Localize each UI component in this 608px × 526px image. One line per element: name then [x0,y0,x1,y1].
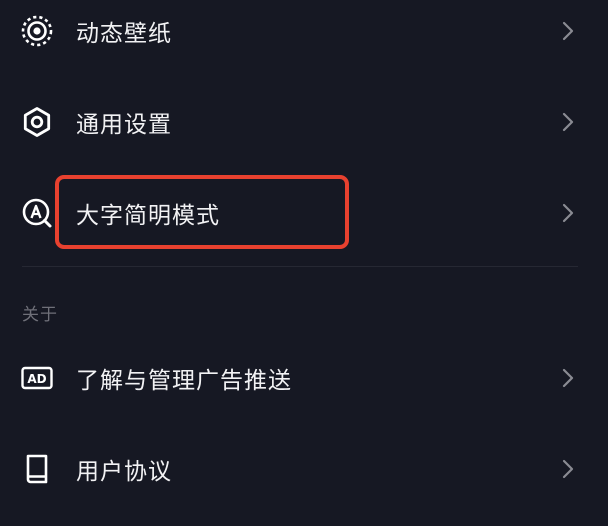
settings-item-label: 通用设置 [76,112,172,138]
settings-screen: 动态壁纸 通用设置 大字简明模式 关于 AD 了解与管理广告推送 用户协议 [0,0,608,526]
settings-item-ad-management[interactable]: AD 了解与管理广告推送 [0,333,608,423]
settings-item-label: 动态壁纸 [76,21,172,47]
settings-item-user-agreement[interactable]: 用户协议 [0,424,608,514]
settings-item-live-wallpaper[interactable]: 动态壁纸 [0,0,608,76]
chevron-right-icon [562,112,574,132]
ad-icon: AD [20,361,54,395]
book-icon [20,452,54,486]
chevron-right-icon [562,368,574,388]
section-divider [22,266,578,267]
svg-text:AD: AD [27,372,46,386]
chevron-right-icon [562,203,574,223]
section-header-about: 关于 [22,305,58,325]
chevron-right-icon [562,21,574,41]
settings-item-label: 了解与管理广告推送 [76,368,292,394]
live-wallpaper-icon [20,14,54,48]
settings-item-label: 用户协议 [76,459,172,485]
settings-item-large-font-mode[interactable]: 大字简明模式 [0,168,608,258]
large-font-mode-icon [20,196,54,230]
chevron-right-icon [562,459,574,479]
settings-item-label: 大字简明模式 [76,203,220,229]
settings-item-general[interactable]: 通用设置 [0,77,608,167]
gear-icon [20,105,54,139]
